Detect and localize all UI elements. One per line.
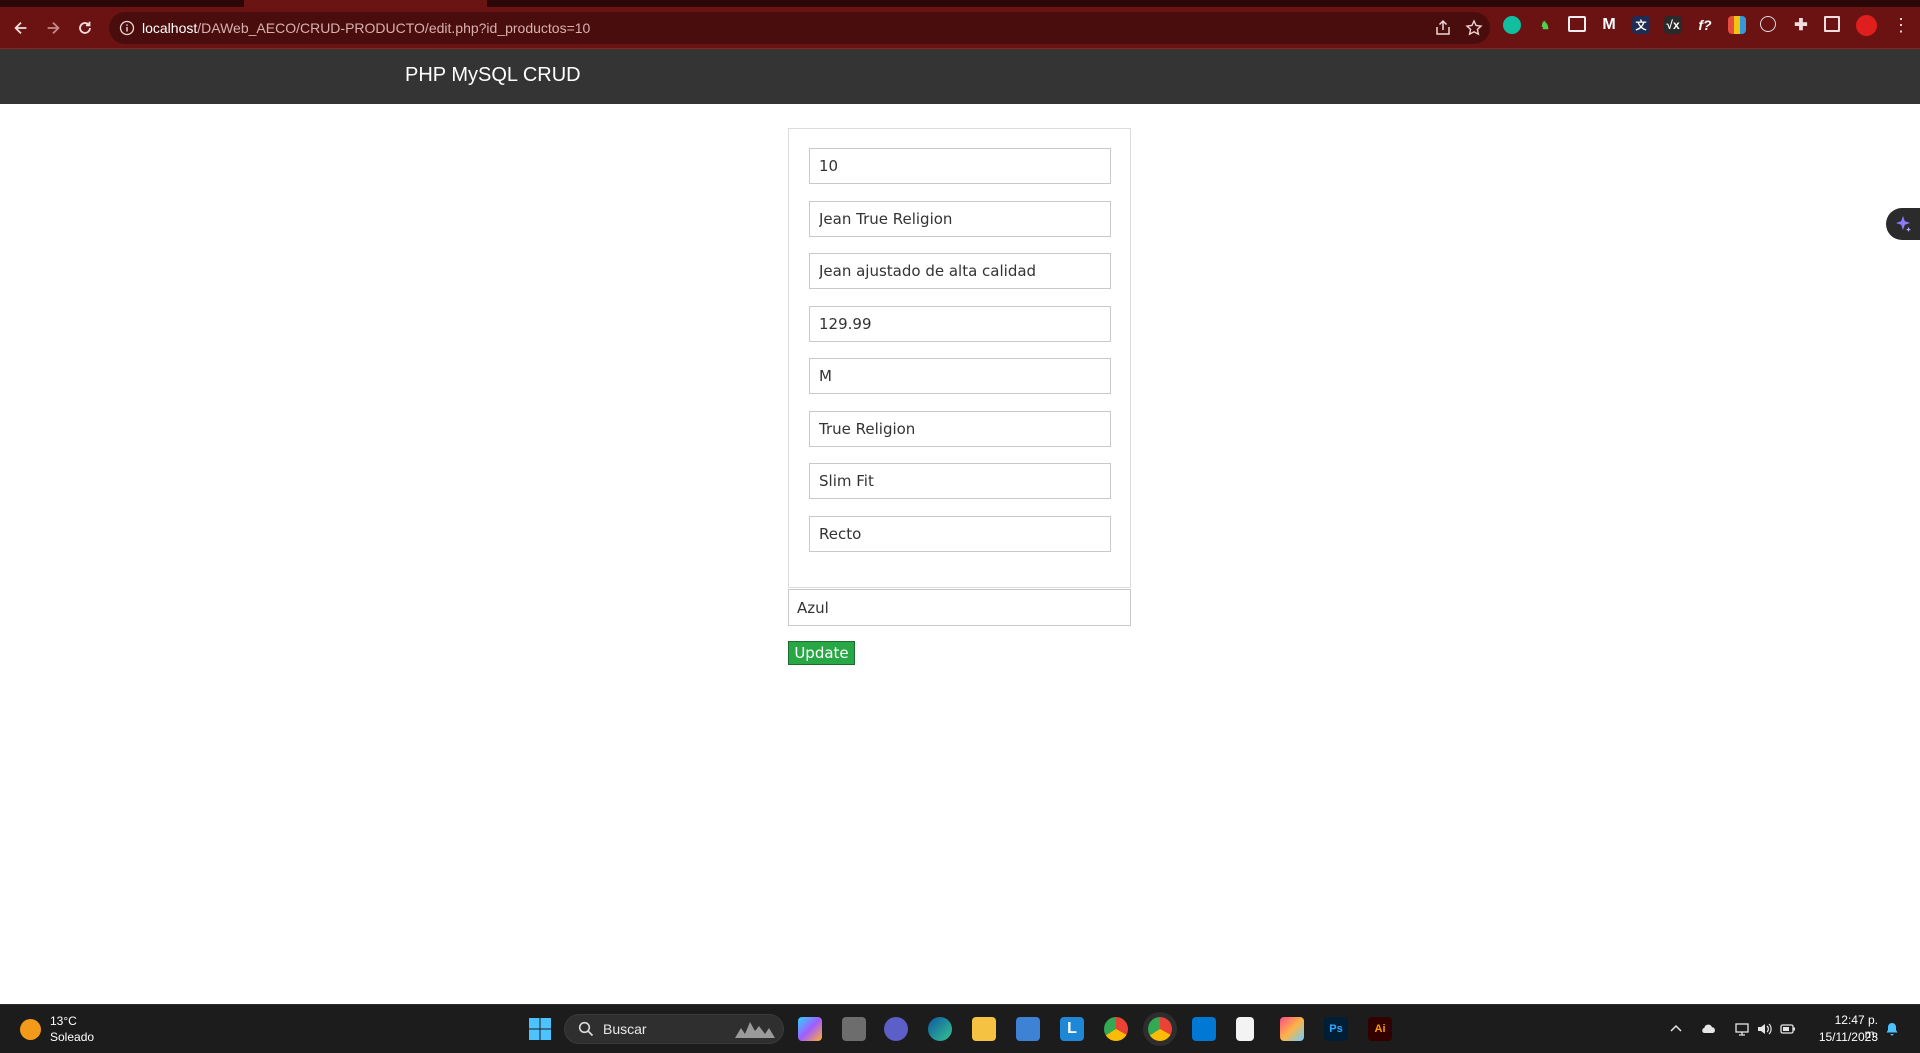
sidebar-assistant-button[interactable] — [1886, 208, 1920, 240]
product-id-field[interactable] — [809, 148, 1111, 184]
site-info-icon[interactable] — [119, 20, 135, 36]
back-icon[interactable] — [8, 15, 34, 41]
extension-math-icon[interactable]: √x — [1664, 16, 1682, 34]
extension-translate-icon[interactable]: 文 — [1632, 16, 1650, 34]
task-view-icon[interactable] — [842, 1017, 866, 1041]
chevron-up-icon[interactable] — [1668, 1021, 1684, 1037]
file-explorer-icon[interactable] — [972, 1017, 996, 1041]
product-fit-field[interactable] — [809, 463, 1111, 499]
taskbar: 13°C Soleado Buscar L Ps Ai 12:47 p. m. — [0, 1004, 1920, 1053]
taskbar-search[interactable]: Buscar — [564, 1014, 784, 1044]
extensions-puzzle-icon[interactable]: ✚ — [1792, 16, 1810, 34]
weather-sun-icon[interactable] — [20, 1019, 41, 1040]
extension-malwarebytes-icon[interactable]: M — [1600, 16, 1618, 34]
illustrator-icon[interactable]: Ai — [1368, 1017, 1392, 1041]
notepad-icon[interactable] — [1236, 1017, 1254, 1041]
windows-start-icon[interactable] — [528, 1017, 552, 1041]
network-icon[interactable] — [1734, 1021, 1750, 1037]
extension-compass-icon[interactable] — [1760, 16, 1776, 32]
product-price-field[interactable] — [809, 306, 1111, 342]
clock-date[interactable]: 15/11/2023 — [1804, 1030, 1878, 1044]
extension-grammar-icon[interactable] — [1503, 16, 1521, 34]
extension-chess-icon[interactable]: ♞ — [1536, 16, 1554, 34]
chrome-active-icon[interactable] — [1148, 1017, 1172, 1041]
copilot-icon[interactable] — [798, 1017, 822, 1041]
app-l-icon[interactable]: L — [1060, 1017, 1084, 1041]
microsoft-store-icon[interactable] — [1016, 1017, 1040, 1041]
bookmark-star-icon[interactable] — [1465, 19, 1483, 37]
extension-window-icon[interactable] — [1568, 16, 1586, 32]
product-color-field[interactable] — [788, 589, 1131, 626]
url-path: /DAWeb_AECO/CRUD-PRODUCTO/edit.php?id_pr… — [197, 20, 591, 36]
product-cut-field[interactable] — [809, 516, 1111, 552]
browser-menu-icon[interactable]: ⋮ — [1892, 15, 1910, 35]
extension-grid-icon[interactable] — [1728, 16, 1746, 34]
product-name-field[interactable] — [809, 201, 1111, 237]
reload-icon[interactable] — [72, 15, 98, 41]
active-tab[interactable] — [244, 0, 487, 7]
vscode-icon[interactable] — [1192, 1017, 1216, 1041]
onedrive-icon[interactable] — [1700, 1021, 1716, 1037]
extension-formula-icon[interactable]: f? — [1696, 16, 1714, 34]
notification-bell-icon[interactable] — [1884, 1021, 1900, 1037]
forward-icon[interactable] — [40, 15, 66, 41]
weather-description[interactable]: Soleado — [50, 1030, 94, 1044]
url-text[interactable]: localhost/DAWeb_AECO/CRUD-PRODUCTO/edit.… — [142, 20, 590, 36]
update-button[interactable]: Update — [788, 641, 855, 665]
address-bar[interactable]: localhost/DAWeb_AECO/CRUD-PRODUCTO/edit.… — [109, 12, 1490, 44]
product-brand-field[interactable] — [809, 411, 1111, 447]
browser-toolbar: localhost/DAWeb_AECO/CRUD-PRODUCTO/edit.… — [0, 7, 1920, 49]
search-placeholder: Buscar — [603, 1021, 647, 1037]
navbar-brand[interactable]: PHP MySQL CRUD — [405, 64, 581, 87]
side-panel-icon[interactable] — [1824, 16, 1840, 32]
photoshop-icon[interactable]: Ps — [1324, 1017, 1348, 1041]
creative-cloud-icon[interactable] — [1280, 1017, 1304, 1041]
share-icon[interactable] — [1434, 19, 1452, 37]
teams-chat-icon[interactable] — [884, 1017, 908, 1041]
sparkle-icon — [1896, 216, 1911, 232]
url-host: localhost — [142, 20, 198, 36]
profile-avatar[interactable] — [1856, 15, 1877, 36]
volume-icon[interactable] — [1756, 1021, 1772, 1037]
product-description-field[interactable] — [809, 253, 1111, 289]
battery-icon[interactable] — [1780, 1021, 1796, 1037]
weather-temperature[interactable]: 13°C — [50, 1014, 77, 1028]
chrome-icon[interactable] — [1104, 1017, 1128, 1041]
search-highlight-icon — [735, 1022, 775, 1038]
product-size-field[interactable] — [809, 358, 1111, 394]
search-icon — [578, 1021, 594, 1037]
navbar: PHP MySQL CRUD — [0, 49, 1920, 104]
edge-browser-icon[interactable] — [928, 1017, 952, 1041]
